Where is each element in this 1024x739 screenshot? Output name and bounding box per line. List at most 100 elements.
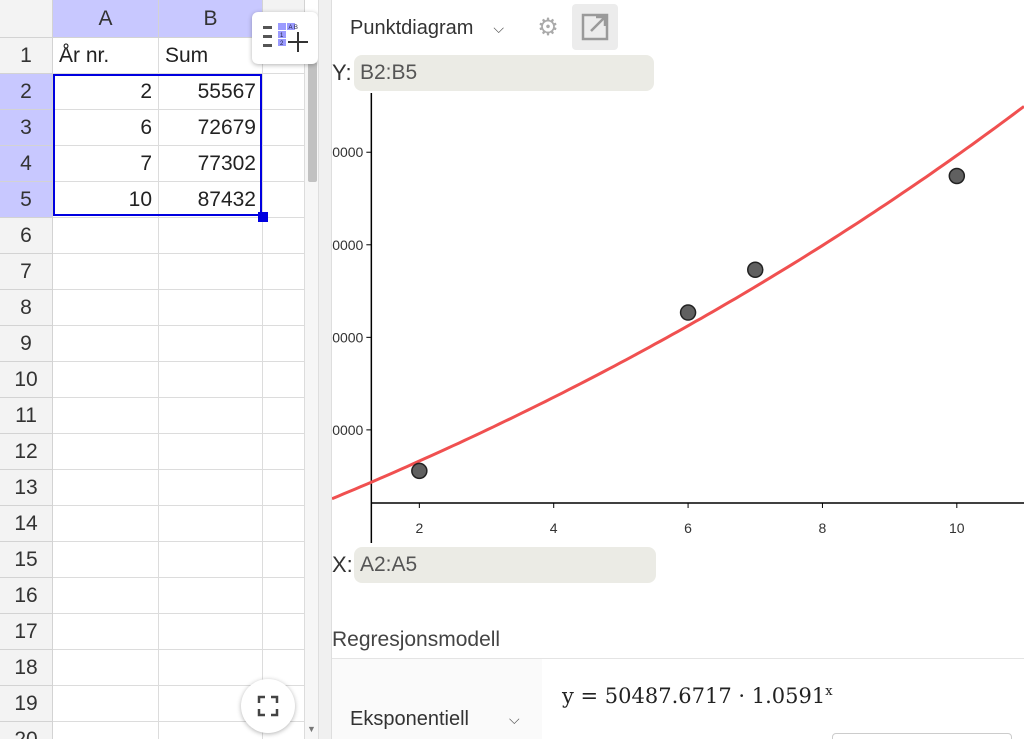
table-cell[interactable] — [53, 398, 159, 434]
table-cell[interactable]: 7 — [53, 146, 159, 182]
row-header[interactable]: 18 — [0, 650, 53, 686]
panel-divider[interactable] — [318, 0, 332, 739]
table-cell[interactable] — [263, 110, 305, 146]
table-cell[interactable] — [53, 434, 159, 470]
table-cell[interactable] — [159, 434, 263, 470]
column-header-b[interactable]: B — [159, 0, 263, 38]
table-cell[interactable]: 55567 — [159, 74, 263, 110]
scroll-down-arrow-icon[interactable]: ▼ — [307, 724, 316, 734]
row-header[interactable]: 9 — [0, 326, 53, 362]
table-cell[interactable] — [159, 470, 263, 506]
row-header[interactable]: 13 — [0, 470, 53, 506]
table-cell[interactable]: 6 — [53, 110, 159, 146]
table-cell[interactable] — [263, 362, 305, 398]
chevron-down-icon: ⌵ — [508, 711, 520, 727]
table-cell[interactable] — [159, 542, 263, 578]
row-header[interactable]: 14 — [0, 506, 53, 542]
table-cell[interactable] — [53, 254, 159, 290]
y-tick-label: 90000 — [332, 144, 364, 160]
table-cell[interactable] — [159, 326, 263, 362]
table-cell[interactable]: 72679 — [159, 110, 263, 146]
table-cell[interactable] — [53, 542, 159, 578]
table-cell[interactable]: 2 — [53, 74, 159, 110]
table-cell[interactable] — [263, 614, 305, 650]
row-header[interactable]: 5 — [0, 182, 53, 218]
table-cell[interactable] — [159, 578, 263, 614]
x-tick-label: 6 — [684, 520, 692, 536]
row-header[interactable]: 12 — [0, 434, 53, 470]
table-cell[interactable] — [53, 650, 159, 686]
table-cell[interactable]: Sum — [159, 38, 263, 74]
table-cell[interactable] — [263, 290, 305, 326]
table-cell[interactable] — [263, 146, 305, 182]
table-cell[interactable] — [263, 542, 305, 578]
row-header[interactable]: 7 — [0, 254, 53, 290]
row-header[interactable]: 3 — [0, 110, 53, 146]
table-cell[interactable]: 10 — [53, 182, 159, 218]
table-cell[interactable] — [159, 650, 263, 686]
fullscreen-button[interactable] — [241, 679, 295, 733]
table-cell[interactable] — [53, 722, 159, 739]
scatter-plot: 2 4 6 8 10 60000 70000 80000 90000 — [332, 93, 1024, 543]
row-header[interactable]: 19 — [0, 686, 53, 722]
regression-value-box[interactable] — [832, 733, 1012, 739]
table-cell[interactable] — [263, 434, 305, 470]
row-header[interactable]: 6 — [0, 218, 53, 254]
chart-type-dropdown[interactable]: Punktdiagram ⌵ — [350, 8, 504, 48]
table-cell[interactable] — [53, 326, 159, 362]
sheet-scrollbar-thumb[interactable] — [308, 62, 317, 182]
table-cell[interactable] — [263, 74, 305, 110]
regression-model-dropdown[interactable]: Eksponentiell ⌵ — [350, 708, 520, 731]
row-header[interactable]: 8 — [0, 290, 53, 326]
table-cell[interactable] — [53, 614, 159, 650]
settings-button[interactable]: ⚙ — [528, 4, 568, 50]
table-cell[interactable] — [159, 614, 263, 650]
table-cell[interactable] — [159, 290, 263, 326]
table-cell[interactable] — [263, 470, 305, 506]
row-header[interactable]: 15 — [0, 542, 53, 578]
regression-equation: y = 50487.6717 · 1.0591x — [562, 684, 833, 708]
table-cell[interactable] — [53, 506, 159, 542]
table-cell[interactable]: 77302 — [159, 146, 263, 182]
table-cell[interactable] — [263, 254, 305, 290]
table-cell[interactable] — [159, 254, 263, 290]
row-header[interactable]: 4 — [0, 146, 53, 182]
table-cell[interactable] — [159, 398, 263, 434]
fullscreen-icon — [257, 695, 279, 717]
table-cell[interactable] — [53, 686, 159, 722]
export-button[interactable] — [572, 4, 618, 50]
table-cell[interactable] — [53, 470, 159, 506]
table-cell[interactable] — [53, 578, 159, 614]
table-cell[interactable] — [263, 398, 305, 434]
table-cell[interactable] — [263, 182, 305, 218]
row-header[interactable]: 1 — [0, 38, 53, 74]
row-header[interactable]: 11 — [0, 398, 53, 434]
table-cell[interactable] — [263, 218, 305, 254]
row-header[interactable]: 2 — [0, 74, 53, 110]
row-header[interactable]: 10 — [0, 362, 53, 398]
table-cell[interactable] — [53, 362, 159, 398]
table-cell[interactable] — [53, 290, 159, 326]
x-tick-label: 4 — [550, 520, 558, 536]
table-cell[interactable]: År nr. — [53, 38, 159, 74]
table-cell[interactable] — [159, 218, 263, 254]
y-range-input[interactable]: B2:B5 — [354, 55, 654, 91]
export-icon — [581, 13, 609, 41]
sheet-corner[interactable] — [0, 0, 53, 38]
table-cell[interactable] — [53, 218, 159, 254]
row-header[interactable]: 16 — [0, 578, 53, 614]
table-cell[interactable] — [159, 362, 263, 398]
spreadsheet-menu-button[interactable]: A B 1 2 — [252, 12, 318, 64]
row-header[interactable]: 17 — [0, 614, 53, 650]
table-cell[interactable] — [263, 578, 305, 614]
plot-panel: Punktdiagram ⌵ ⚙ Y: B2:B5 2 4 6 8 10 60000 700… — [332, 0, 1024, 739]
x-range-input[interactable]: A2:A5 — [354, 547, 656, 583]
fill-handle[interactable] — [258, 212, 268, 222]
column-header-a[interactable]: A — [53, 0, 159, 38]
x-tick-label: 2 — [415, 520, 423, 536]
table-cell[interactable] — [159, 506, 263, 542]
table-cell[interactable]: 87432 — [159, 182, 263, 218]
table-cell[interactable] — [263, 506, 305, 542]
row-header[interactable]: 20 — [0, 722, 53, 739]
table-cell[interactable] — [263, 326, 305, 362]
